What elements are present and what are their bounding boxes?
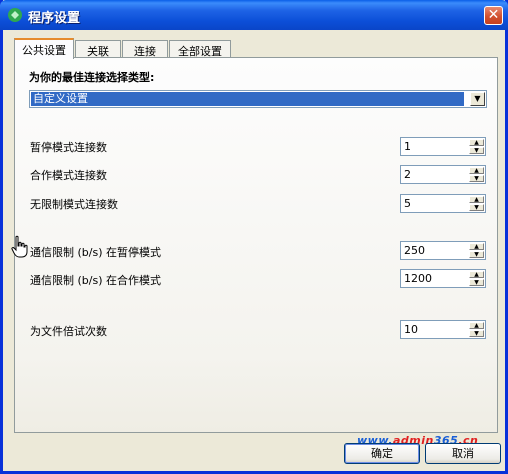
- tab-general[interactable]: 公共设置: [14, 38, 74, 59]
- app-icon: [8, 8, 22, 22]
- unlimited-connections-value[interactable]: 5: [404, 197, 411, 210]
- spin-up-icon[interactable]: ▲: [469, 167, 484, 174]
- coop-rate-limit-value[interactable]: 1200: [404, 272, 432, 285]
- close-icon: ✕: [487, 7, 500, 23]
- settings-dialog: 程序设置 ✕ 公共设置 关联 连接 全部设置 为你的最佳连接选择类型: 自定义设…: [0, 0, 508, 474]
- pause-connections-value[interactable]: 1: [404, 140, 411, 153]
- spin-up-icon[interactable]: ▲: [469, 139, 484, 146]
- pause-connections-stepper[interactable]: 1 ▲ ▼: [400, 137, 486, 156]
- coop-rate-limit-stepper[interactable]: 1200 ▲ ▼: [400, 269, 486, 288]
- connection-type-select[interactable]: 自定义设置 ▼: [29, 90, 487, 108]
- hand-cursor-icon: [11, 235, 28, 258]
- retry-count-stepper[interactable]: 10 ▲ ▼: [400, 320, 486, 339]
- spin-up-icon[interactable]: ▲: [469, 322, 484, 329]
- unlimited-connections-label: 无限制模式连接数: [30, 198, 118, 211]
- close-button[interactable]: ✕: [484, 6, 503, 25]
- chevron-down-icon[interactable]: ▼: [470, 92, 485, 106]
- spin-down-icon[interactable]: ▼: [469, 251, 484, 258]
- tab-association[interactable]: 关联: [75, 40, 121, 58]
- spin-down-icon[interactable]: ▼: [469, 175, 484, 182]
- ok-button[interactable]: 确定: [344, 443, 420, 464]
- coop-connections-label: 合作模式连接数: [30, 169, 107, 182]
- pause-rate-limit-label: 通信限制 (b/s) 在暂停模式: [30, 246, 161, 259]
- pause-connections-label: 暂停模式连接数: [30, 141, 107, 154]
- cancel-button[interactable]: 取消: [425, 443, 501, 464]
- title-bar[interactable]: 程序设置 ✕: [0, 0, 508, 30]
- spin-up-icon[interactable]: ▲: [469, 196, 484, 203]
- pause-rate-limit-stepper[interactable]: 250 ▲ ▼: [400, 241, 486, 260]
- tab-all-settings[interactable]: 全部设置: [169, 40, 231, 58]
- spin-down-icon[interactable]: ▼: [469, 330, 484, 337]
- tab-general-label: 公共设置: [22, 44, 66, 57]
- spin-up-icon[interactable]: ▲: [469, 271, 484, 278]
- coop-connections-value[interactable]: 2: [404, 168, 411, 181]
- retry-count-value[interactable]: 10: [404, 323, 418, 336]
- retry-count-label: 为文件倍试次数: [30, 325, 107, 338]
- spin-up-icon[interactable]: ▲: [469, 243, 484, 250]
- coop-rate-limit-label: 通信限制 (b/s) 在合作模式: [30, 274, 161, 287]
- tab-connection[interactable]: 连接: [122, 40, 168, 58]
- connection-type-value: 自定义设置: [31, 92, 464, 106]
- general-settings-panel: 为你的最佳连接选择类型: 自定义设置 ▼ 暂停模式连接数 1 ▲ ▼ 合作模式连接…: [14, 57, 498, 433]
- connection-type-heading: 为你的最佳连接选择类型:: [29, 71, 155, 84]
- spin-down-icon[interactable]: ▼: [469, 279, 484, 286]
- spin-down-icon[interactable]: ▼: [469, 204, 484, 211]
- spin-down-icon[interactable]: ▼: [469, 147, 484, 154]
- unlimited-connections-stepper[interactable]: 5 ▲ ▼: [400, 194, 486, 213]
- pause-rate-limit-value[interactable]: 250: [404, 244, 425, 257]
- coop-connections-stepper[interactable]: 2 ▲ ▼: [400, 165, 486, 184]
- window-title: 程序设置: [28, 11, 81, 26]
